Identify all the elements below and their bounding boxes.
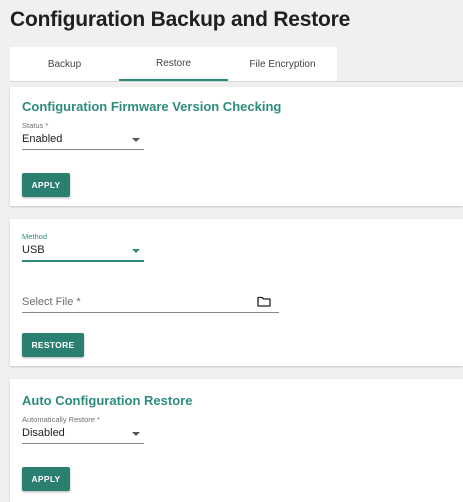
method-select[interactable]: USB <box>22 242 144 262</box>
status-select[interactable]: Enabled <box>22 131 144 150</box>
chevron-down-icon <box>132 249 140 253</box>
chevron-down-icon <box>132 138 140 142</box>
firmware-check-card: Configuration Firmware Version Checking … <box>10 87 463 206</box>
auto-restore-value: Disabled <box>22 427 65 439</box>
tab-bar: Backup Restore File Encryption <box>10 47 463 82</box>
method-value: USB <box>22 244 45 256</box>
restore-button[interactable]: RESTORE <box>22 333 84 357</box>
status-label: Status * <box>22 121 49 130</box>
method-label: Method <box>22 232 48 241</box>
restore-card: Method USB Select File * RESTORE <box>10 219 463 366</box>
select-file-input[interactable]: Select File * <box>22 292 279 313</box>
auto-restore-select[interactable]: Disabled <box>22 425 144 444</box>
folder-icon[interactable] <box>257 296 271 307</box>
page-title: Configuration Backup and Restore <box>10 8 351 31</box>
auto-restore-card: Auto Configuration Restore Automatically… <box>10 379 463 502</box>
firmware-check-title: Configuration Firmware Version Checking <box>22 99 282 114</box>
auto-restore-label: Automatically Restore * <box>22 415 100 424</box>
firmware-apply-button[interactable]: APPLY <box>22 173 70 197</box>
auto-restore-title: Auto Configuration Restore <box>22 393 193 408</box>
chevron-down-icon <box>132 432 140 436</box>
tab-restore[interactable]: Restore <box>119 47 228 81</box>
tab-file-encryption[interactable]: File Encryption <box>228 47 337 81</box>
auto-restore-apply-button[interactable]: APPLY <box>22 467 70 491</box>
tab-backup[interactable]: Backup <box>10 47 119 81</box>
select-file-placeholder: Select File * <box>22 296 81 308</box>
status-value: Enabled <box>22 133 63 145</box>
